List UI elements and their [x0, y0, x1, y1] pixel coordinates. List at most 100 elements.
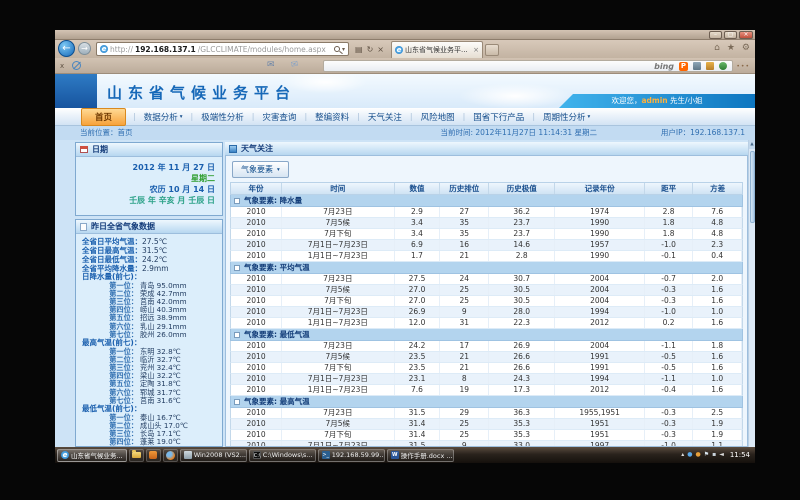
table-cell: 2010 — [231, 352, 282, 362]
taskbar-button-3[interactable]: W操作手册.docx ... — [387, 449, 454, 462]
table-cell: 7月下旬 — [282, 430, 394, 440]
table-row: 20107月5候23.52126.61991-0.51.6 — [230, 352, 743, 363]
camera-icon[interactable] — [693, 62, 701, 70]
breadcrumb: 当前位置：首页 — [80, 126, 133, 140]
table-cell: 24.3 — [489, 374, 555, 384]
forward-button[interactable]: → — [78, 42, 91, 55]
new-tab-button[interactable] — [485, 44, 499, 56]
system-tray: ▴●●⚑▪◄ 11:54 — [681, 447, 753, 463]
nav-item-5[interactable]: 天气关注 — [360, 111, 410, 123]
minimize-button[interactable]: – — [709, 31, 722, 39]
browser-navigation-bar: ← → e http://192.168.137.1/GLCCLIMATE/mo… — [55, 40, 755, 58]
section-checkbox[interactable] — [234, 399, 240, 405]
table-cell: 7月23日 — [282, 207, 394, 217]
window-titlebar[interactable]: – ▢ × — [55, 30, 755, 40]
table-cell: 23.5 — [395, 363, 441, 373]
element-filter-button[interactable]: 气象要素 ▾ — [232, 161, 289, 178]
taskbar-explorer-button[interactable] — [129, 449, 144, 462]
taskbar-button-1[interactable]: C:\C:\Windows\s... — [249, 449, 316, 462]
taskbar-button-label: 192.168.59.99... — [332, 451, 385, 459]
rank-groups: 日降水量(前七)：第一位：青岛 95.0mm第二位：荣成 42.7mm第三位：莒… — [78, 273, 218, 447]
send-mail-icon[interactable]: ✉ — [290, 59, 299, 70]
table-cell: 2004 — [555, 296, 644, 306]
display-icon[interactable]: ▪ — [712, 447, 716, 463]
scroll-up-icon[interactable]: ▲ — [749, 140, 755, 149]
media-player-icon — [149, 451, 157, 459]
table-cell: 25 — [440, 296, 489, 306]
action-center-flag-icon[interactable]: ⚑ — [704, 447, 709, 463]
weather-stats: 全省日平均气温：27.5℃全省日最高气温：31.5℃全省日最低气温：24.2℃全… — [78, 237, 218, 273]
table-cell: 4.8 — [693, 229, 742, 239]
taskbar-ie-label: 山东省气候业务... — [71, 450, 123, 460]
taskbar-ie-button[interactable]: e 山东省气候业务... — [57, 449, 127, 462]
notification-strip: bing P — [323, 60, 733, 72]
table-row: 20107月23日31.52936.31955,1951-0.32.5 — [230, 408, 743, 419]
volume-icon[interactable]: ◄ — [719, 447, 724, 463]
column-header: 记录年份 — [555, 183, 644, 194]
taskbar-button-2[interactable]: >_192.168.59.99... — [318, 449, 385, 462]
table-row: 20101月1日~7月23日1.7212.81990-0.10.4 — [230, 251, 743, 262]
section-checkbox[interactable] — [234, 265, 240, 271]
toolbar-close-icon[interactable]: x — [60, 62, 64, 70]
sogou-icon[interactable]: P — [679, 62, 688, 71]
section-title: 气象要素: 平均气温 — [244, 262, 310, 273]
nav-item-label: 天气关注 — [368, 111, 402, 123]
taskbar-button-0[interactable]: Win2008 (VS2... — [180, 449, 247, 462]
table-cell: -0.1 — [645, 251, 694, 261]
nav-item-4[interactable]: 整编资料 — [307, 111, 357, 123]
section-title: 气象要素: 最低气温 — [244, 329, 310, 340]
section-checkbox[interactable] — [234, 198, 240, 204]
favorites-star-icon[interactable]: ★ — [727, 43, 735, 53]
paint-icon[interactable] — [706, 62, 714, 70]
table-cell: 28.0 — [489, 307, 555, 317]
calendar-panel: 日期 2012 年 11 月 27 日 星期二 农历 10 月 14 日 壬辰 … — [75, 142, 223, 216]
compatibility-view-icon[interactable] — [72, 61, 81, 70]
more-options-icon[interactable]: ••• — [736, 63, 750, 70]
page-scrollbar[interactable]: ▲ — [748, 140, 755, 447]
nav-item-8[interactable]: 周期性分析▾ — [535, 111, 598, 123]
section-header-row: 气象要素: 最高气温 — [230, 396, 743, 408]
tools-gear-icon[interactable]: ⚙ — [742, 43, 750, 53]
table-cell: 2.0 — [693, 274, 742, 284]
back-button[interactable]: ← — [58, 40, 75, 57]
address-bar[interactable]: e http://192.168.137.1/GLCCLIMATE/module… — [96, 42, 349, 56]
weather-data-table: 年份时间数值历史排位历史极值记录年份距平方差 气象要素: 降水量20107月23… — [230, 182, 743, 446]
nav-item-3[interactable]: 灾害查询 — [254, 111, 304, 123]
nav-item-0[interactable]: 首页 — [81, 108, 126, 126]
browser-toolbar-icons: ⌂ ★ ⚙ — [714, 43, 750, 53]
hidden-icons-arrow[interactable]: ▴ — [681, 447, 684, 463]
nav-item-7[interactable]: 国省下行产品 — [465, 111, 532, 123]
table-cell: 2010 — [231, 218, 282, 228]
table-cell: 1.6 — [693, 296, 742, 306]
tab-close-icon[interactable]: × — [473, 46, 479, 54]
compat-page-icon[interactable]: ▤ — [355, 45, 363, 54]
nav-item-1[interactable]: 数据分析▾ — [136, 111, 191, 123]
people-icon[interactable] — [719, 62, 727, 70]
browser-tab[interactable]: e 山东省气候业务平... × — [391, 41, 483, 58]
table-row: 20107月5候3.43523.719901.84.8 — [230, 218, 743, 229]
network-globe-icon[interactable]: ● — [687, 447, 692, 463]
taskbar-media-button[interactable] — [146, 449, 161, 462]
refresh-icon[interactable]: ↻ — [367, 45, 374, 54]
address-dropdown-icon[interactable]: ▾ — [342, 46, 345, 53]
nav-item-6[interactable]: 风险地图 — [413, 111, 463, 123]
taskbar-browser2-button[interactable] — [163, 449, 178, 462]
taskbar-clock[interactable]: 11:54 — [730, 451, 750, 459]
home-icon[interactable]: ⌂ — [714, 43, 720, 53]
update-icon[interactable]: ● — [695, 447, 700, 463]
bing-logo[interactable]: bing — [654, 62, 674, 71]
main-panel-body: 气象要素 ▾ 年份时间数值历史排位历史极值记录年份距平方差 气象要素: 降水量2… — [225, 156, 748, 447]
maximize-button[interactable]: ▢ — [724, 31, 737, 39]
table-cell: 7月5候 — [282, 218, 394, 228]
tab-title: 山东省气候业务平... — [405, 45, 468, 55]
stop-icon[interactable]: × — [377, 45, 384, 54]
table-cell: 2010 — [231, 296, 282, 306]
scrollbar-thumb[interactable] — [750, 151, 755, 223]
weekday: 星期二 — [76, 173, 215, 184]
section-checkbox[interactable] — [234, 332, 240, 338]
nav-item-2[interactable]: 极端性分析 — [193, 111, 252, 123]
search-icon[interactable] — [334, 46, 340, 52]
mail-icon[interactable]: ✉ — [267, 60, 275, 70]
table-cell: 2010 — [231, 229, 282, 239]
close-button[interactable]: × — [739, 31, 753, 39]
